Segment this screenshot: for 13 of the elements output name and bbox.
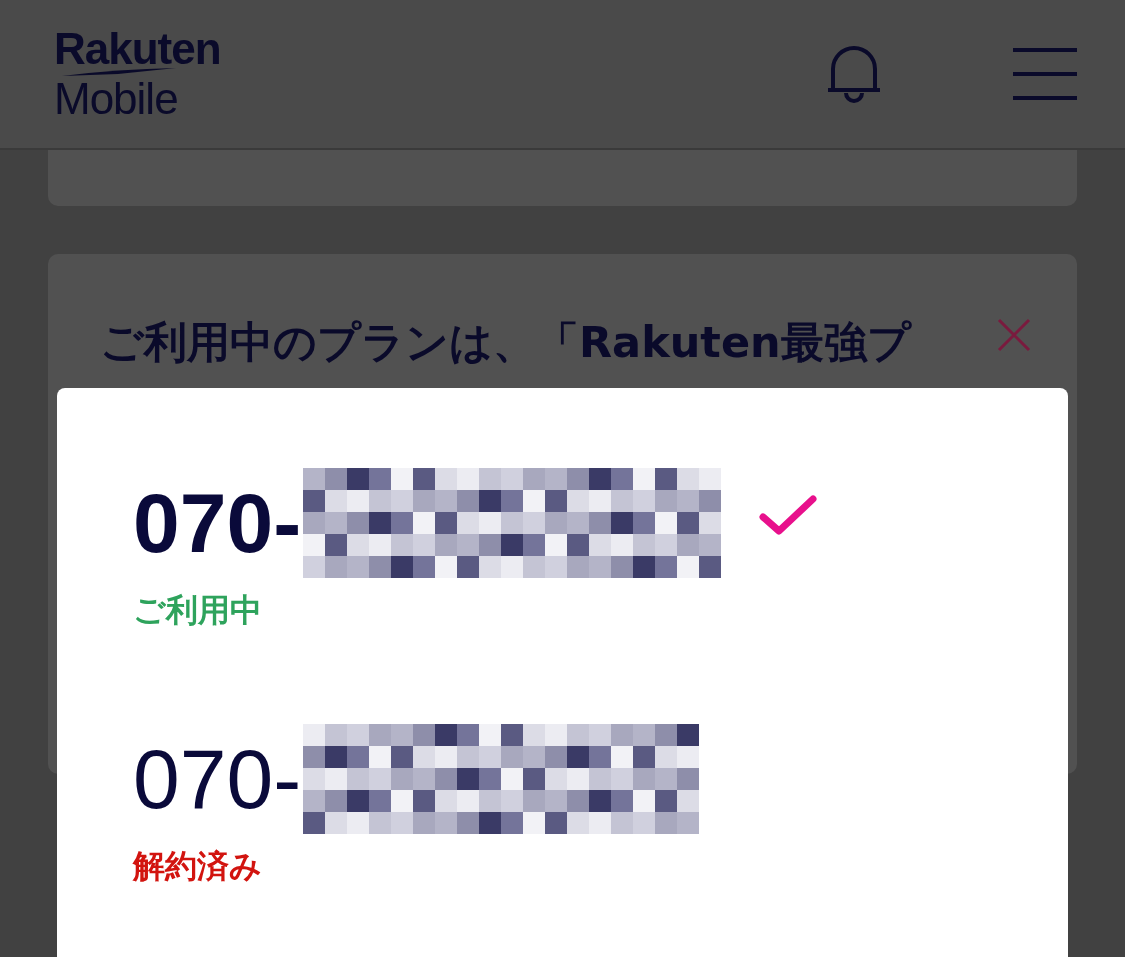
logo-text: Rakuten (54, 27, 221, 71)
phone-number: 070- (133, 737, 302, 821)
close-icon[interactable] (997, 318, 1031, 352)
phone-line-option[interactable]: 070- ご利用中 (133, 468, 1068, 626)
check-icon (759, 495, 818, 537)
phone-line-option[interactable]: 070- 解約済み (133, 724, 1068, 882)
line-status: 解約済み (133, 850, 262, 882)
bell-icon[interactable] (825, 43, 883, 105)
line-status: ご利用中 (133, 594, 262, 626)
phone-number: 070- (133, 481, 302, 565)
menu-icon[interactable] (1013, 47, 1077, 101)
logo-text: Mobile (54, 77, 179, 121)
notice-title: ご利用中のプランは、「Rakuten最強プ (100, 316, 911, 369)
